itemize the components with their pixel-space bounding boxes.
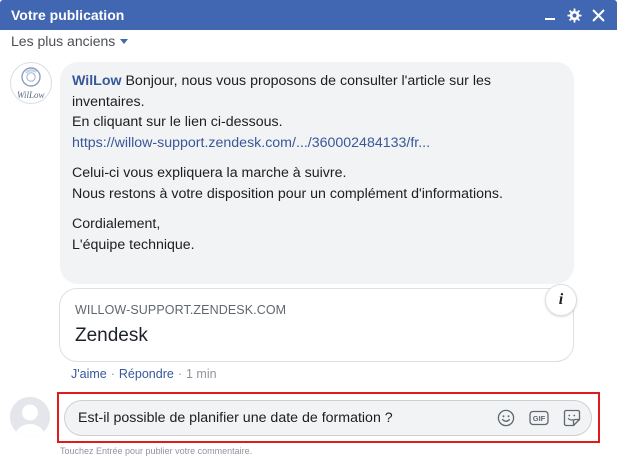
- comment-text-line4: Nous restons à votre disposition pour un…: [72, 185, 503, 202]
- comment-author[interactable]: WilLow: [72, 73, 122, 89]
- gear-icon[interactable]: [563, 4, 585, 26]
- window-titlebar: Votre publication: [0, 0, 617, 30]
- comment-timestamp[interactable]: 1 min: [186, 367, 217, 381]
- reply-input-text[interactable]: Est-il possible de planifier une date de…: [78, 410, 484, 426]
- comment-signoff: Cordialement,: [72, 216, 161, 232]
- link-preview-card[interactable]: WILLOW-SUPPORT.ZENDESK.COM Zendesk: [59, 288, 574, 362]
- comment-text-line1: Bonjour, nous vous proposons de consulte…: [72, 73, 491, 110]
- comment-paragraph-1: WilLow Bonjour, nous vous proposons de c…: [72, 71, 562, 153]
- comment-text-line3: Celui-ci vous expliquera la marche à sui…: [72, 165, 347, 181]
- link-preview-title: Zendesk: [75, 325, 148, 346]
- separator: ·: [177, 367, 182, 381]
- comment-paragraph-3: Cordialement, L'équipe technique.: [72, 214, 562, 255]
- like-link[interactable]: J'aime: [71, 367, 107, 381]
- sort-dropdown[interactable]: Les plus anciens: [11, 33, 129, 49]
- gif-label: GIF: [533, 414, 546, 423]
- comment-text-line2: En cliquant sur le lien ci-dessous.: [72, 114, 283, 130]
- window-title: Votre publication: [11, 7, 125, 23]
- separator: ·: [110, 367, 115, 381]
- info-icon[interactable]: i: [545, 284, 577, 316]
- submit-hint: Touchez Entrée pour publier votre commen…: [60, 446, 253, 456]
- sort-label: Les plus anciens: [11, 33, 116, 49]
- reply-link[interactable]: Répondre: [119, 367, 174, 381]
- avatar-logo-text: WilLow: [17, 90, 45, 100]
- sticker-icon[interactable]: [561, 407, 583, 429]
- emoji-icon[interactable]: [495, 407, 517, 429]
- gif-icon[interactable]: GIF: [528, 407, 550, 429]
- comment-actions: J'aime · Répondre · 1 min: [71, 367, 217, 381]
- comment-signature: L'équipe technique.: [72, 236, 195, 253]
- user-avatar: [10, 397, 50, 437]
- default-avatar-icon: [10, 397, 50, 437]
- reply-input[interactable]: Est-il possible de planifier une date de…: [64, 400, 592, 436]
- chevron-down-icon: [120, 38, 129, 44]
- link-preview-domain: WILLOW-SUPPORT.ZENDESK.COM: [75, 303, 287, 317]
- comment-link[interactable]: https://willow-support.zendesk.com/.../3…: [72, 135, 430, 151]
- comment-paragraph-2: Celui-ci vous expliquera la marche à sui…: [72, 163, 562, 204]
- author-avatar[interactable]: WilLow: [10, 62, 52, 104]
- close-icon[interactable]: [587, 4, 609, 26]
- comment-bubble: WilLow Bonjour, nous vous proposons de c…: [60, 62, 574, 284]
- minimize-icon[interactable]: [539, 4, 561, 26]
